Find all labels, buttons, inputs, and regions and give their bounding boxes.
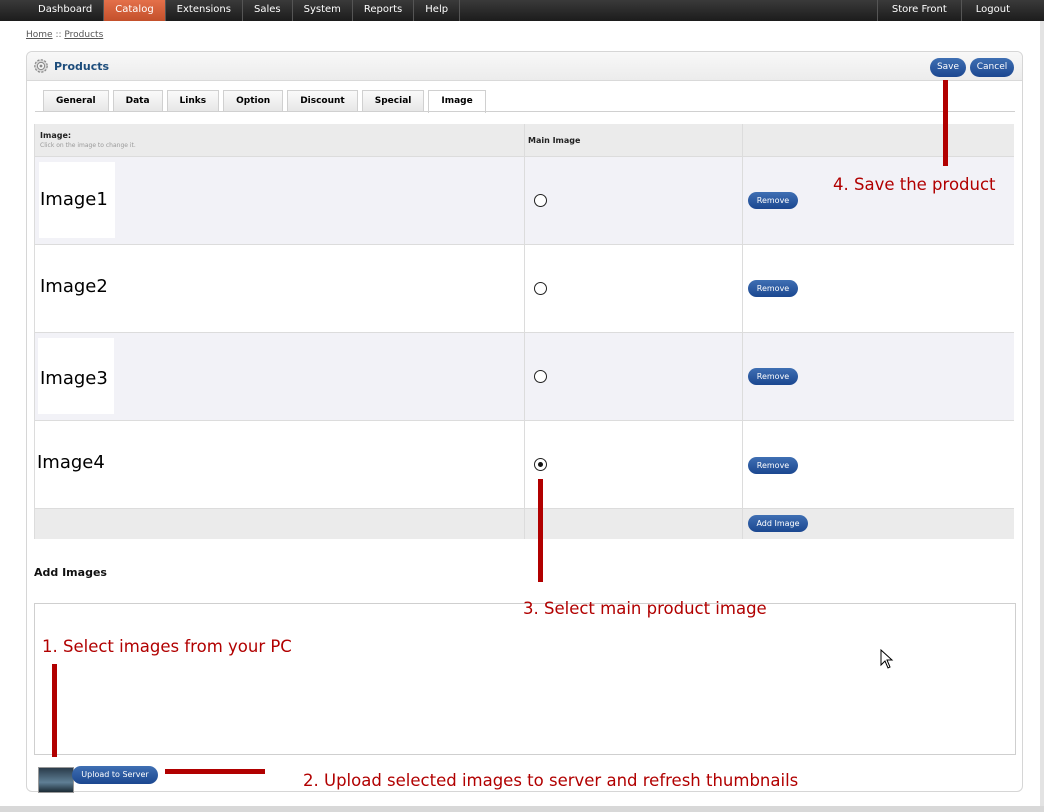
column-divider xyxy=(34,124,35,539)
window-frame-right xyxy=(1040,21,1044,812)
main-nav: Dashboard Catalog Extensions Sales Syste… xyxy=(27,0,461,21)
header-hint: Click on the image to change it. xyxy=(40,142,136,149)
nav-extensions[interactable]: Extensions xyxy=(166,0,243,21)
column-divider xyxy=(524,124,525,539)
nav-dashboard[interactable]: Dashboard xyxy=(27,0,105,21)
remove-button[interactable]: Remove xyxy=(748,368,798,385)
save-button[interactable]: Save xyxy=(930,58,966,77)
annotation-bar-select-images xyxy=(52,664,57,757)
mouse-cursor-icon xyxy=(880,649,894,669)
tabs-divider xyxy=(35,111,1015,112)
image-label[interactable]: Image2 xyxy=(40,276,108,297)
gear-icon xyxy=(34,59,48,73)
nav-right: Store Front Logout xyxy=(876,0,1024,21)
main-image-radio[interactable] xyxy=(534,370,547,383)
main-image-radio[interactable] xyxy=(534,194,547,207)
page-title: Products xyxy=(54,60,110,73)
nav-reports[interactable]: Reports xyxy=(353,0,415,21)
breadcrumb-home[interactable]: Home xyxy=(26,30,53,40)
annotation-bar-main-image xyxy=(538,479,543,582)
nav-catalog[interactable]: Catalog xyxy=(104,0,166,21)
annotation-select-main-image: 3. Select main product image xyxy=(523,599,767,618)
annotation-bar-upload xyxy=(165,769,265,774)
nav-logout[interactable]: Logout xyxy=(960,0,1024,21)
upload-to-server-button[interactable]: Upload to Server xyxy=(72,766,158,784)
tab-discount[interactable]: Discount xyxy=(287,90,358,112)
add-images-title: Add Images xyxy=(34,566,107,579)
cancel-button[interactable]: Cancel xyxy=(970,58,1014,77)
annotation-select-images: 1. Select images from your PC xyxy=(42,637,292,656)
breadcrumb-products[interactable]: Products xyxy=(64,30,103,40)
tab-special[interactable]: Special xyxy=(361,90,425,112)
remove-button[interactable]: Remove xyxy=(748,457,798,474)
tab-data[interactable]: Data xyxy=(112,90,163,112)
tab-image[interactable]: Image xyxy=(428,90,486,113)
tab-option[interactable]: Option xyxy=(223,90,284,112)
column-divider xyxy=(742,124,743,539)
annotation-bar-save xyxy=(943,80,948,166)
image-label[interactable]: Image4 xyxy=(37,452,105,473)
breadcrumb: Home :: Products xyxy=(26,30,103,40)
panel-header: Products Save Cancel xyxy=(27,52,1022,81)
nav-sales[interactable]: Sales xyxy=(243,0,293,21)
image-label: Image1 xyxy=(40,189,108,210)
remove-button[interactable]: Remove xyxy=(748,280,798,297)
top-nav-bar: Dashboard Catalog Extensions Sales Syste… xyxy=(0,0,1044,21)
annotation-save-product: 4. Save the product xyxy=(833,175,996,194)
nav-store-front[interactable]: Store Front xyxy=(876,0,961,21)
window-frame-bottom xyxy=(0,806,1044,812)
header-main-image: Main Image xyxy=(528,136,581,145)
main-image-radio[interactable] xyxy=(534,282,547,295)
tab-links[interactable]: Links xyxy=(166,90,220,112)
main-image-radio[interactable] xyxy=(534,458,547,471)
breadcrumb-separator: :: xyxy=(55,30,62,40)
add-image-button[interactable]: Add Image xyxy=(748,515,808,532)
file-drop-area[interactable] xyxy=(34,603,1016,755)
header-image: Image: xyxy=(40,131,72,140)
tab-general[interactable]: General xyxy=(43,90,109,112)
tab-bar: General Data Links Option Discount Speci… xyxy=(43,90,490,113)
remove-button[interactable]: Remove xyxy=(748,192,798,209)
annotation-upload-images: 2. Upload selected images to server and … xyxy=(303,771,799,790)
upload-thumbnail xyxy=(38,767,74,793)
image-label: Image3 xyxy=(40,368,108,389)
nav-help[interactable]: Help xyxy=(414,0,461,21)
nav-system[interactable]: System xyxy=(293,0,353,21)
